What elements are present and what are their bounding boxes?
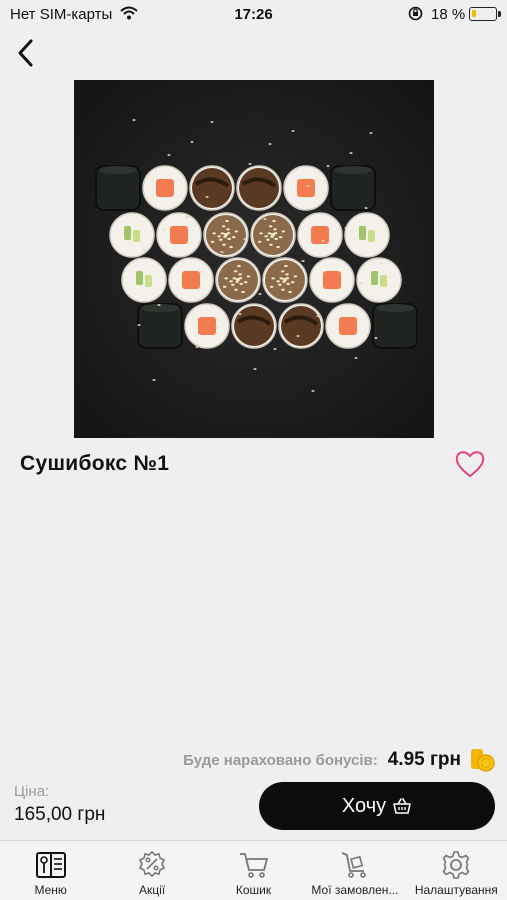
tab-settings-label: Налаштування: [414, 883, 498, 897]
back-button[interactable]: [12, 36, 42, 70]
tab-promotions-label: Акції: [139, 883, 166, 897]
battery-percent: 18 %: [431, 6, 466, 23]
bonus-value: 4.95 грн: [387, 749, 461, 770]
tab-bar: Меню Акції Кошик Мої замовлен... Налашту…: [0, 840, 507, 900]
chevron-left-icon: [18, 39, 33, 67]
bonus-row: Буде нараховано бонусів: 4.95 грн: [183, 746, 495, 774]
want-button[interactable]: Хочу: [259, 782, 495, 830]
price-label: Ціна:: [14, 783, 50, 800]
discount-icon: [139, 850, 166, 878]
tab-promotions[interactable]: Акції: [101, 841, 202, 900]
price-value: 165,00 грн: [14, 804, 106, 825]
coins-icon: [469, 747, 495, 773]
battery-icon: [469, 7, 501, 21]
tab-menu[interactable]: Меню: [0, 841, 101, 900]
bonus-label: Буде нараховано бонусів:: [183, 751, 378, 769]
tab-settings[interactable]: Налаштування: [406, 841, 507, 900]
status-bar: Нет SIM-карты 17:26 18 %: [0, 0, 507, 30]
orientation-lock-icon: [408, 6, 423, 25]
tab-my-orders-label: Мої замовлен...: [311, 883, 399, 897]
gear-icon: [443, 851, 470, 879]
orders-icon: [341, 852, 366, 878]
tab-cart-label: Кошик: [235, 883, 272, 897]
tab-my-orders[interactable]: Мої замовлен...: [304, 841, 405, 900]
tab-cart[interactable]: Кошик: [203, 841, 304, 900]
want-button-label: Хочу: [341, 794, 387, 817]
heart-outline-icon: [455, 451, 485, 478]
product-image: [74, 80, 434, 438]
menu-book-icon: [35, 852, 66, 878]
tab-menu-label: Меню: [34, 883, 67, 897]
favorite-button[interactable]: [454, 449, 486, 479]
basket-icon: [393, 798, 411, 814]
product-title: Сушибокс №1: [20, 452, 170, 475]
cart-icon: [239, 853, 268, 878]
